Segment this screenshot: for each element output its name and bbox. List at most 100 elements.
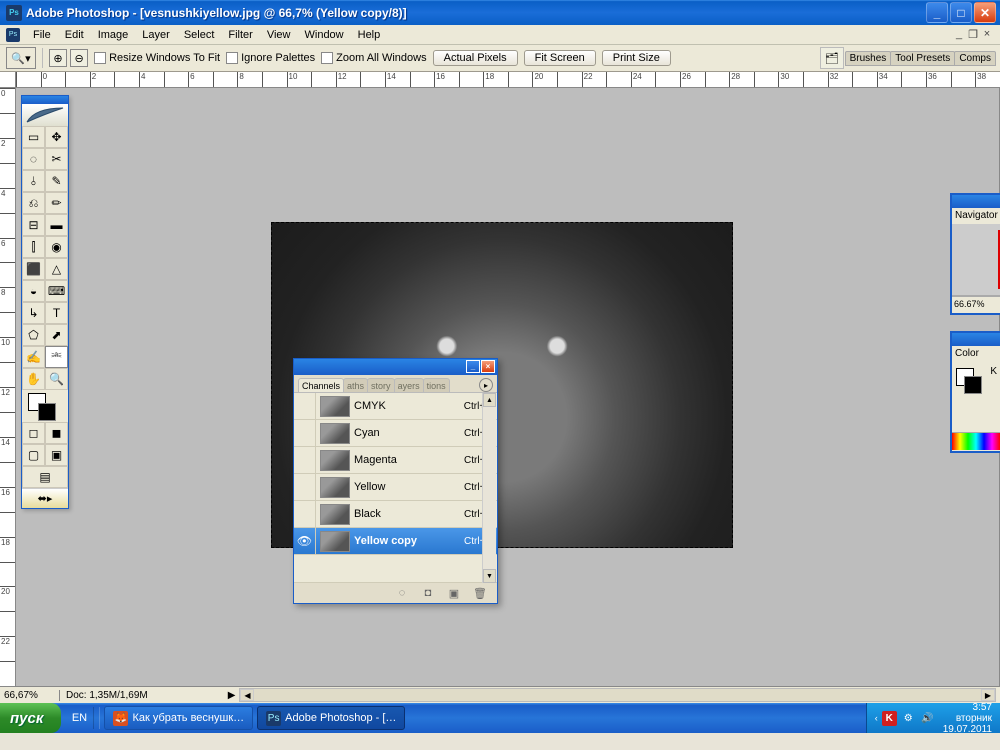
scroll-down-icon[interactable]: ▼ [483, 569, 496, 583]
zoom-level-field[interactable]: 66,67% [0, 690, 60, 701]
horizontal-ruler[interactable]: 02468101214161820222426283032343638 [16, 72, 1000, 88]
menu-layer[interactable]: Layer [135, 27, 177, 43]
tray-clock[interactable]: 3:57 вторник 19.07.2011 [943, 702, 992, 735]
healing-tool[interactable]: ⎌ [22, 192, 45, 214]
history-brush-tool[interactable]: ▬ [45, 214, 68, 236]
channel-row-magenta[interactable]: MagentaCtrl+2 [294, 447, 497, 474]
new-channel-icon[interactable]: ▣ [447, 586, 461, 600]
channel-thumbnail[interactable] [320, 450, 350, 471]
status-menu-arrow-icon[interactable]: ▶ [228, 690, 236, 701]
channels-scrollbar[interactable]: ▲ ▼ [482, 393, 496, 583]
channels-panel-titlebar[interactable]: _ × [294, 359, 497, 375]
scroll-up-icon[interactable]: ▲ [483, 393, 496, 407]
channel-row-black[interactable]: BlackCtrl+4 [294, 501, 497, 528]
taskbar-task[interactable]: 🦊Как убрать веснушк… [104, 706, 253, 730]
channel-thumbnail[interactable] [320, 396, 350, 417]
ruler-origin[interactable] [0, 72, 16, 88]
mdi-restore[interactable]: ❐ [966, 28, 980, 41]
zoom-tool[interactable]: ⎃ [45, 346, 68, 368]
toolbox-panel[interactable]: ▭✥◌✂⫰✎⎌✏⊟▬⫿◉⬛△◒⌨↳T⬠⬈✍⎃✋🔍 ◻ ◼ ▢ ▣ ▤ ⬌▸ [21, 95, 69, 509]
document-info[interactable]: Doc: 1,35M/1,69M [60, 690, 148, 701]
type-tool[interactable]: ⌨ [45, 280, 68, 302]
channel-thumbnail[interactable] [320, 531, 350, 552]
panel-minimize-button[interactable]: _ [466, 360, 480, 373]
vertical-ruler[interactable]: 0246810121416182022 [0, 88, 16, 686]
screen-full-button[interactable]: ▤ [22, 466, 68, 488]
zoom-all-checkbox[interactable]: Zoom All Windows [321, 52, 426, 64]
color-titlebar[interactable] [952, 333, 1000, 346]
move-tool[interactable]: ✥ [45, 126, 68, 148]
visibility-toggle[interactable] [294, 501, 316, 527]
save-selection-icon[interactable]: ◘ [421, 586, 435, 600]
jump-to-imageready-button[interactable]: ⬌▸ [22, 488, 68, 508]
canvas-area[interactable] [16, 88, 1000, 686]
kaspersky-tray-icon[interactable]: K [882, 711, 897, 726]
scroll-left-arrow-icon[interactable]: ◀ [240, 689, 254, 701]
hand-tool[interactable]: ✍ [22, 346, 45, 368]
channel-thumbnail[interactable] [320, 423, 350, 444]
navigator-zoom-value[interactable]: 66.67% [952, 296, 1000, 311]
path-select-tool[interactable]: ◒ [22, 280, 45, 302]
tray-icon-generic2[interactable]: 🔊 [920, 711, 935, 726]
ignore-palettes-checkbox[interactable]: Ignore Palettes [226, 52, 315, 64]
channel-list-empty-area[interactable] [294, 555, 497, 583]
menu-view[interactable]: View [260, 27, 298, 43]
current-tool-preset[interactable]: 🔍▾ [6, 47, 36, 69]
background-swatch[interactable] [38, 403, 56, 421]
menu-help[interactable]: Help [351, 27, 388, 43]
blur-tool[interactable]: ⬛ [22, 258, 45, 280]
marquee-tool[interactable]: ▭ [22, 126, 45, 148]
magic-wand-tool[interactable]: ✂ [45, 148, 68, 170]
menu-select[interactable]: Select [177, 27, 222, 43]
docked-tab-tool-presets[interactable]: Tool Presets [890, 51, 955, 66]
stamp-tool[interactable]: ⊟ [22, 214, 45, 236]
navigator-panel[interactable]: Navigator 66.67% [950, 193, 1000, 315]
channel-thumbnail[interactable] [320, 477, 350, 498]
eraser-tool[interactable]: ⫿ [22, 236, 45, 258]
visibility-toggle[interactable] [294, 393, 316, 419]
visibility-toggle[interactable] [294, 447, 316, 473]
zoom-out-icon[interactable]: ⊖ [70, 49, 88, 67]
scroll-right-arrow-icon[interactable]: ▶ [981, 689, 995, 701]
channel-row-yellow[interactable]: YellowCtrl+3 [294, 474, 497, 501]
visibility-toggle[interactable] [294, 474, 316, 500]
menu-file[interactable]: File [26, 27, 58, 43]
taskbar-task[interactable]: PsAdobe Photoshop - [… [257, 706, 405, 730]
channel-thumbnail[interactable] [320, 504, 350, 525]
standard-mode-button[interactable]: ◻ [22, 422, 45, 444]
resize-windows-checkbox[interactable]: Resize Windows To Fit [94, 52, 220, 64]
color-swatches[interactable] [22, 390, 68, 422]
navigator-titlebar[interactable] [952, 195, 1000, 208]
tab-channels[interactable]: Channels [298, 378, 344, 392]
tool-tool[interactable]: ✋ [22, 368, 45, 390]
menu-image[interactable]: Image [91, 27, 136, 43]
language-indicator[interactable]: EN [67, 712, 91, 724]
panel-menu-button[interactable]: ▸ [479, 378, 493, 392]
tab-paths[interactable]: aths [343, 378, 368, 392]
docked-tab-comps[interactable]: Comps [954, 51, 996, 66]
file-browser-toggle-icon[interactable]: 🗂 [820, 47, 844, 69]
channel-row-cyan[interactable]: CyanCtrl+1 [294, 420, 497, 447]
visibility-toggle[interactable]: 👁 [294, 528, 316, 554]
print-size-button[interactable]: Print Size [602, 50, 671, 66]
tool-tool[interactable]: 🔍 [45, 368, 68, 390]
quickmask-mode-button[interactable]: ◼ [45, 422, 68, 444]
color-ramp[interactable] [952, 432, 1000, 450]
brush-tool[interactable]: ✏ [45, 192, 68, 214]
tray-icon-generic1[interactable]: ⚙ [901, 711, 916, 726]
toolbox-grip[interactable] [22, 96, 68, 104]
channels-panel[interactable]: _ × Channels aths story ayers tions ▸ CM… [293, 358, 498, 604]
notes-tool[interactable]: ⬠ [22, 324, 45, 346]
start-button[interactable]: пуск [0, 703, 61, 733]
channel-row-yellow-copy[interactable]: 👁Yellow copyCtrl+5 [294, 528, 497, 555]
gradient-tool[interactable]: ◉ [45, 236, 68, 258]
tab-layers[interactable]: ayers [394, 378, 424, 392]
color-bg-swatch[interactable] [964, 376, 982, 394]
lasso-tool[interactable]: ◌ [22, 148, 45, 170]
mdi-close[interactable]: × [980, 28, 994, 41]
navigator-preview[interactable] [952, 224, 1000, 296]
screen-full-menu-button[interactable]: ▣ [45, 444, 68, 466]
tab-navigator[interactable]: Navigator [952, 208, 1000, 224]
tab-color[interactable]: Color [952, 346, 1000, 362]
mdi-minimize[interactable]: _ [952, 28, 966, 41]
